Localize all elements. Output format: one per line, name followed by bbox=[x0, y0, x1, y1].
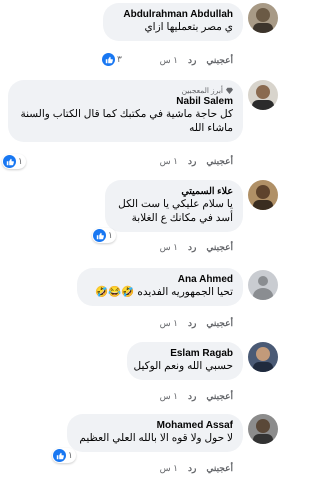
top-fan-badge: أبرز المعجبين bbox=[18, 86, 233, 95]
avatar[interactable] bbox=[248, 414, 278, 444]
reply-link[interactable]: رد bbox=[188, 156, 196, 167]
comment-text: كل حاجة ماشية في مكتبك كما قال الكتاب وا… bbox=[20, 108, 233, 120]
avatar[interactable] bbox=[248, 180, 278, 210]
diamond-icon bbox=[226, 87, 233, 94]
like-link[interactable]: أعجبني bbox=[206, 156, 233, 167]
like-link[interactable]: أعجبني bbox=[206, 242, 233, 253]
like-reaction-icon bbox=[93, 229, 106, 242]
like-reaction-icon bbox=[3, 155, 16, 168]
comment-text: تحيا الجمهوريه الفديده 🤣😂🤣 bbox=[95, 286, 233, 298]
comment-actions: أعجبني رد ١ س bbox=[160, 242, 233, 253]
like-link[interactable]: أعجبني bbox=[206, 463, 233, 474]
comment-author[interactable]: Mohamed Assaf bbox=[77, 420, 233, 431]
comment-text: لا حول ولا قوه الا بالله العلي العظيم bbox=[79, 432, 233, 444]
reaction-count[interactable]: ١ bbox=[52, 448, 76, 463]
like-reaction-icon bbox=[53, 449, 66, 462]
comment-bubble: Ana Ahmed تحيا الجمهوريه الفديده 🤣😂🤣 bbox=[77, 268, 243, 306]
reply-link[interactable]: رد bbox=[188, 242, 196, 253]
comment-time[interactable]: ١ س bbox=[160, 391, 178, 402]
reaction-count[interactable]: ٣ bbox=[102, 53, 122, 66]
comment-actions: أعجبني رد ١ س bbox=[160, 55, 233, 66]
comment-time[interactable]: ١ س bbox=[160, 318, 178, 329]
avatar[interactable] bbox=[248, 80, 278, 110]
reply-link[interactable]: رد bbox=[188, 318, 196, 329]
reaction-count[interactable]: ١ bbox=[2, 154, 26, 169]
like-reaction-icon bbox=[102, 53, 115, 66]
comment-author[interactable]: Abdulrahman Abdullah bbox=[113, 9, 233, 20]
comment-time[interactable]: ١ س bbox=[160, 463, 178, 474]
comment-author[interactable]: Eslam Ragab bbox=[137, 348, 233, 359]
like-link[interactable]: أعجبني bbox=[206, 318, 233, 329]
comment-bubble: Mohamed Assaf لا حول ولا قوه الا بالله ا… bbox=[67, 414, 243, 452]
comment-time[interactable]: ١ س bbox=[160, 55, 178, 66]
comment-bubble: Abdulrahman Abdullah ي مصر بتعمليها ازاي bbox=[103, 3, 243, 41]
comment-text: حسبي الله ونعم الوكيل bbox=[133, 360, 233, 372]
comment-bubble: Eslam Ragab حسبي الله ونعم الوكيل bbox=[127, 342, 243, 380]
photo-avatar-icon bbox=[248, 414, 278, 444]
comment-author[interactable]: Nabil Salem bbox=[18, 96, 233, 107]
reply-link[interactable]: رد bbox=[188, 391, 196, 402]
reaction-count[interactable]: ١ bbox=[92, 228, 116, 243]
comment-time[interactable]: ١ س bbox=[160, 242, 178, 253]
comment-text: أسد في مكانك ع الغلابة bbox=[131, 212, 233, 224]
comment-actions: أعجبني رد ١ س bbox=[160, 391, 233, 402]
avatar[interactable] bbox=[248, 3, 278, 33]
comment-text: ماشاء الله bbox=[189, 122, 233, 134]
photo-avatar-icon bbox=[248, 80, 278, 110]
comment-time[interactable]: ١ س bbox=[160, 156, 178, 167]
reply-link[interactable]: رد bbox=[188, 55, 196, 66]
photo-avatar-icon bbox=[248, 3, 278, 33]
comment-actions: أعجبني رد ١ س bbox=[160, 156, 233, 167]
like-link[interactable]: أعجبني bbox=[206, 391, 233, 402]
comment-bubble: أبرز المعجبين Nabil Salem كل حاجة ماشية … bbox=[8, 80, 243, 142]
comment-author[interactable]: علاء السميتي bbox=[115, 186, 233, 197]
comment-bubble: علاء السميتي يا سلام عليكي يا ست الكل أس… bbox=[105, 180, 243, 232]
comment-author[interactable]: Ana Ahmed bbox=[87, 274, 233, 285]
photo-avatar-icon bbox=[248, 342, 278, 372]
default-avatar[interactable] bbox=[248, 270, 278, 300]
comment-text: يا سلام عليكي يا ست الكل bbox=[118, 198, 233, 210]
photo-avatar-icon bbox=[248, 180, 278, 210]
reply-link[interactable]: رد bbox=[188, 463, 196, 474]
avatar[interactable] bbox=[248, 342, 278, 372]
comment-actions: أعجبني رد ١ س bbox=[160, 463, 233, 474]
comment-text: ي مصر بتعمليها ازاي bbox=[144, 21, 233, 33]
like-link[interactable]: أعجبني bbox=[206, 55, 233, 66]
comment-actions: أعجبني رد ١ س bbox=[160, 318, 233, 329]
